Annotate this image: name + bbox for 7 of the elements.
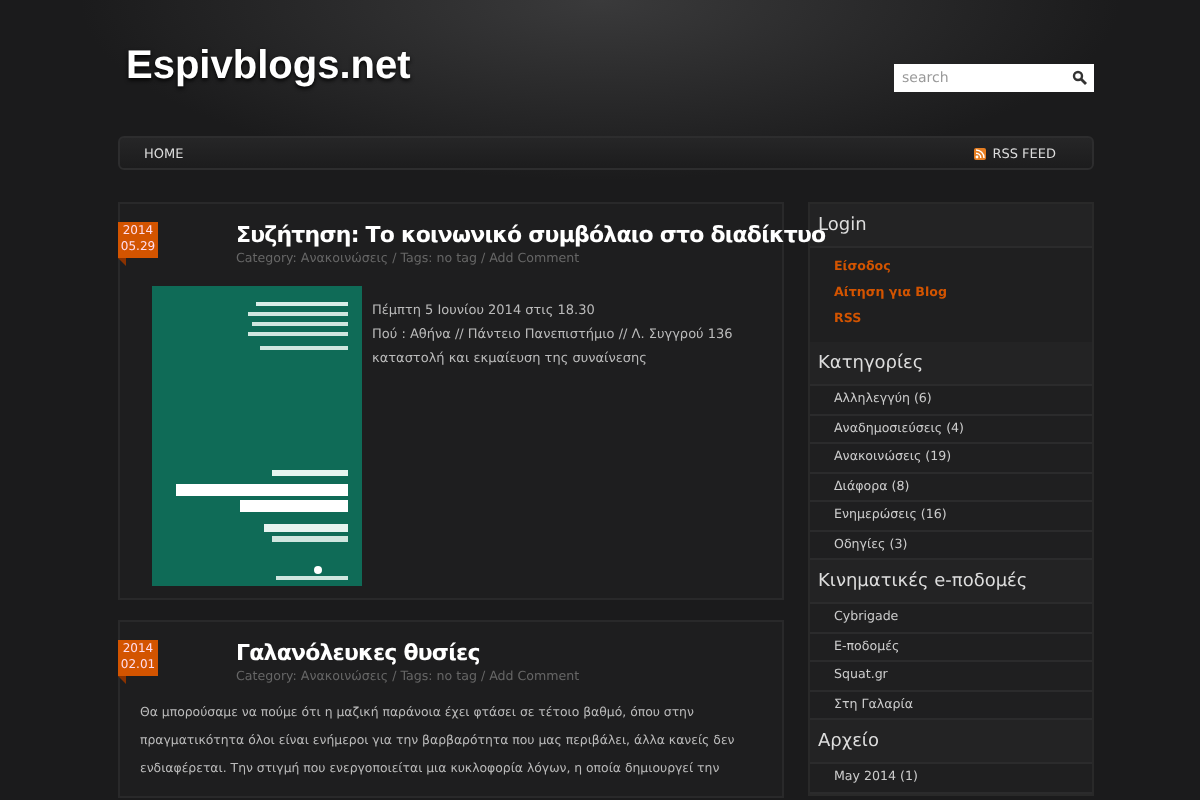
widget-title: Κατηγορίες [810, 342, 1092, 386]
widget-title: Κινηματικές e-ποδομές [810, 560, 1092, 604]
post-title[interactable]: Γαλανόλευκες θυσίες [236, 638, 480, 668]
site-title[interactable]: Espivblogs.net [126, 44, 411, 90]
widget-title: Αρχείο [810, 720, 1092, 764]
search-icon[interactable] [1072, 70, 1088, 86]
rss-icon [974, 147, 987, 159]
